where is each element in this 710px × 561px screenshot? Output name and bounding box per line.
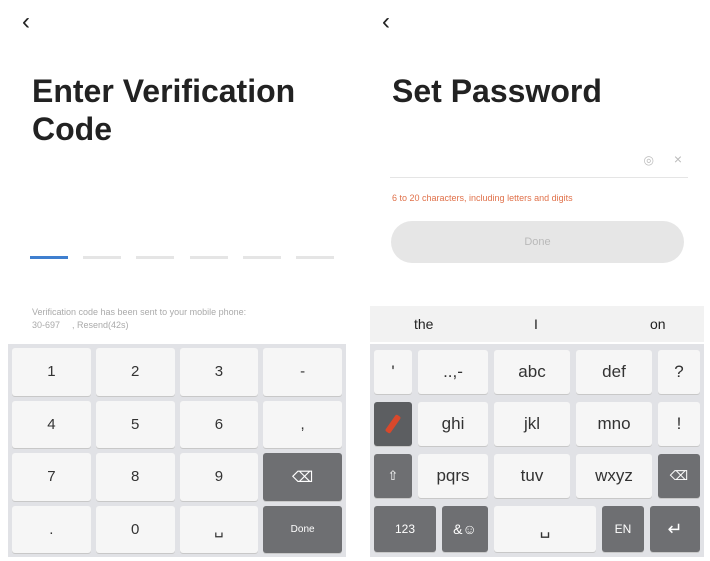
back-arrow-icon[interactable]: ‹ bbox=[22, 8, 30, 36]
page-title: Set Password bbox=[392, 73, 602, 109]
code-slot[interactable] bbox=[242, 256, 281, 259]
key-tuv[interactable]: tuv bbox=[494, 454, 570, 498]
key-4[interactable]: 4 bbox=[12, 400, 91, 448]
key-pqrs[interactable]: pqrs bbox=[418, 454, 488, 498]
key-exclaim[interactable]: ! bbox=[658, 402, 700, 446]
key-punctuation[interactable]: ..,- bbox=[418, 350, 488, 394]
space-key[interactable]: ␣ bbox=[179, 505, 259, 553]
key-comma[interactable]: , bbox=[263, 400, 342, 448]
password-input[interactable]: ◎ × bbox=[390, 145, 688, 178]
code-slot[interactable] bbox=[30, 256, 68, 259]
key-jkl[interactable]: jkl bbox=[494, 402, 570, 446]
phone-number: 30-697 bbox=[32, 320, 61, 330]
verification-note: Verification code has been sent to your … bbox=[32, 306, 332, 332]
key-8[interactable]: 8 bbox=[95, 453, 175, 501]
done-button[interactable]: Done bbox=[391, 221, 684, 263]
key-5[interactable]: 5 bbox=[95, 400, 175, 448]
suggestion-bar: the I on bbox=[370, 306, 704, 342]
key-7[interactable]: 7 bbox=[12, 453, 91, 501]
key-def[interactable]: def bbox=[576, 350, 652, 394]
resend-link[interactable]: , Resend(42s) bbox=[72, 319, 129, 332]
note-text: Verification code has been sent to your … bbox=[32, 307, 247, 317]
code-slot[interactable] bbox=[295, 256, 334, 259]
key-dash[interactable]: - bbox=[263, 348, 342, 396]
key-3[interactable]: 3 bbox=[179, 348, 259, 396]
language-key[interactable]: EN bbox=[602, 506, 644, 552]
space-key[interactable]: ␣ bbox=[494, 506, 596, 552]
suggestion[interactable]: on bbox=[650, 316, 666, 332]
close-icon[interactable]: × bbox=[674, 151, 682, 167]
eye-icon[interactable]: ◎ bbox=[644, 153, 654, 167]
handwriting-icon[interactable] bbox=[374, 402, 412, 446]
code-slot[interactable] bbox=[83, 256, 122, 259]
key-apostrophe[interactable]: ' bbox=[374, 350, 412, 394]
code-slot[interactable] bbox=[189, 256, 228, 259]
key-period[interactable]: . bbox=[12, 505, 91, 553]
suggestion[interactable]: I bbox=[534, 316, 538, 332]
key-0[interactable]: 0 bbox=[95, 505, 175, 553]
enter-icon[interactable]: ↵ bbox=[650, 506, 700, 552]
key-9[interactable]: 9 bbox=[179, 453, 259, 501]
numeric-toggle-key[interactable]: 123 bbox=[374, 506, 436, 552]
key-question[interactable]: ? bbox=[658, 350, 700, 394]
suggestion[interactable]: the bbox=[414, 316, 433, 332]
shift-icon[interactable]: ⇧ bbox=[374, 454, 412, 498]
key-ghi[interactable]: ghi bbox=[418, 402, 488, 446]
key-mno[interactable]: mno bbox=[576, 402, 652, 446]
code-input[interactable] bbox=[30, 256, 334, 259]
key-1[interactable]: 1 bbox=[12, 348, 91, 396]
done-key[interactable]: Done bbox=[263, 505, 342, 553]
back-arrow-icon[interactable]: ‹ bbox=[382, 8, 390, 36]
password-hint: 6 to 20 characters, including letters an… bbox=[392, 193, 573, 203]
key-abc[interactable]: abc bbox=[494, 350, 570, 394]
backspace-icon[interactable]: ⌫ bbox=[263, 453, 342, 501]
key-wxyz[interactable]: wxyz bbox=[576, 454, 652, 498]
password-panel: ‹ Set Password ◎ × 6 to 20 characters, i… bbox=[360, 0, 710, 561]
backspace-icon[interactable]: ⌫ bbox=[658, 454, 700, 498]
numeric-keypad: 1 2 3 - 4 5 6 , 7 8 9 ⌫ . 0 ␣ Done bbox=[8, 344, 346, 557]
t9-keyboard: ' ..,- abc def ? ghi jkl mno ! ⇧ pqrs tu… bbox=[370, 344, 704, 557]
code-slot[interactable] bbox=[136, 256, 175, 259]
key-6[interactable]: 6 bbox=[179, 400, 259, 448]
key-2[interactable]: 2 bbox=[95, 348, 175, 396]
page-title: Enter Verification Code bbox=[32, 73, 296, 147]
verification-panel: ‹ Enter Verification Code Verification c… bbox=[0, 0, 352, 561]
emoji-key[interactable]: &☺ bbox=[442, 506, 488, 552]
